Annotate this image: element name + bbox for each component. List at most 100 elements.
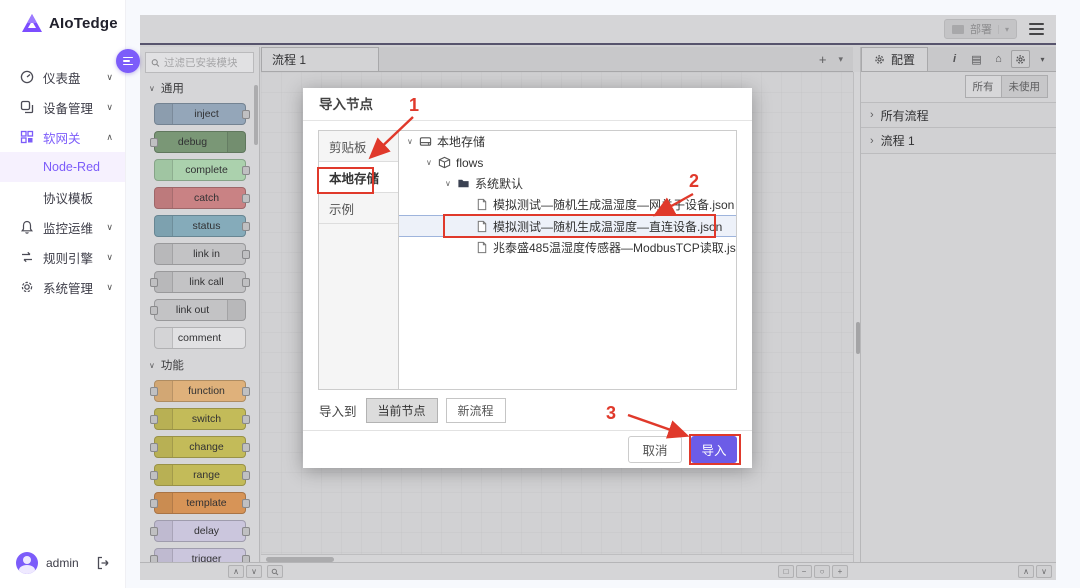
filter-unused-button[interactable]: 未使用 [1001,75,1049,98]
caret-down-icon[interactable]: ▾ [998,25,1009,34]
sidebar-item-dashboard[interactable]: 仪表盘 ∨ [0,62,125,92]
rules-icon [20,250,34,264]
nodered-footer: ∧ ∨ □ − ○ + ∧ ∨ [140,562,1056,580]
input-port [150,306,158,315]
avatar[interactable] [16,552,38,574]
import-button[interactable]: 导入 [691,436,737,463]
scrollbar-thumb[interactable] [856,322,860,354]
target-current-flow-button[interactable]: 当前节点 [366,398,438,423]
target-new-flow-button[interactable]: 新流程 [446,398,506,423]
scrollbar-thumb[interactable] [266,557,334,562]
palette-search-input[interactable] [164,57,248,69]
sidebar-tab-icons: i ▤ ⌂ ▾ [945,47,1056,71]
tree-item-flows[interactable]: ∨ flows [399,152,736,173]
palette-node-link-call[interactable]: link call [154,271,246,293]
config-flow1-row[interactable]: › 流程 1 [861,128,1056,154]
output-port [242,278,250,287]
logout-icon[interactable] [96,556,110,570]
tab-actions: + ▾ [809,47,853,71]
sidebar-item-label: 协议模板 [43,188,93,207]
menu-icon[interactable] [1029,23,1044,35]
output-port [242,194,250,203]
tab-local-storage[interactable]: 本地存储 [319,162,398,193]
deploy-button[interactable]: 部署 ▾ [944,19,1017,39]
chevron-down-icon: ∨ [106,282,113,293]
collapse-down-icon[interactable]: ∨ [246,565,262,578]
output-port [242,222,250,231]
tree-item-file-direct-device[interactable]: 模拟测试—随机生成温湿度—直连设备.json [399,215,736,237]
collapse-down-icon[interactable]: ∨ [1036,565,1052,578]
palette-node-switch[interactable]: switch [154,408,246,430]
add-flow-button[interactable]: + [819,52,827,67]
palette-node-template[interactable]: template [154,492,246,514]
input-port [150,471,158,480]
sidebar-item-label: 监控运维 [43,218,93,237]
palette-node-status[interactable]: status [154,215,246,237]
chevron-down-icon[interactable]: ∨ [407,137,419,146]
output-port [242,499,250,508]
sidebar-item-node-red[interactable]: Node-Red [0,152,125,182]
zoom-reset-icon[interactable]: ○ [814,565,830,578]
chevron-down-icon[interactable]: ∨ [445,179,457,188]
dialog-title: 导入节点 [303,88,752,121]
sidebar-item-system[interactable]: 系统管理 ∨ [0,272,125,302]
sidebar-collapse-button[interactable] [116,49,140,73]
nodered-header: 部署 ▾ [140,15,1056,45]
tree-item-file-gateway-subdevice[interactable]: 模拟测试—随机生成温湿度—网关子设备.json [399,194,736,215]
chevron-down-icon[interactable]: ∨ [426,158,438,167]
palette-node-complete[interactable]: complete [154,159,246,181]
sidebar-item-monitoring[interactable]: 监控运维 ∨ [0,212,125,242]
cancel-button[interactable]: 取消 [628,436,682,463]
collapse-up-icon[interactable]: ∧ [1018,565,1034,578]
tree-item-file-modbus-sensor[interactable]: 兆泰盛485温湿度传感器—ModbusTCP读取.json [399,237,736,258]
input-port [150,527,158,536]
chevron-right-icon: › [870,109,874,121]
logo-text: AIoTedge [49,15,118,32]
palette-node-inject[interactable]: inject [154,103,246,125]
tab-config[interactable]: 配置 [861,47,928,71]
book-icon[interactable]: ▤ [967,50,986,68]
input-port [150,555,158,563]
palette-node-catch[interactable]: catch [154,187,246,209]
flow-tab[interactable]: 流程 1 [261,47,379,71]
palette-scrollbar[interactable] [254,85,258,145]
canvas-v-scrollbar[interactable] [853,72,860,562]
tab-clipboard[interactable]: 剪贴板 [319,131,398,162]
sidebar-item-label: 仪表盘 [43,68,81,87]
palette-node-delay[interactable]: delay [154,520,246,542]
palette-node-change[interactable]: change [154,436,246,458]
filter-all-button[interactable]: 所有 [965,75,1002,98]
workspace-search-button[interactable] [267,565,283,578]
canvas-h-scrollbar[interactable] [261,554,853,562]
tree-item-system-default[interactable]: ∨ 系统默认 [399,173,736,194]
sidebar-item-gateway[interactable]: 软网关 ∧ [0,122,125,152]
chevron-down-icon: ∨ [106,222,113,233]
collapse-up-icon[interactable]: ∧ [228,565,244,578]
tree-item-local-storage[interactable]: ∨ 本地存储 [399,131,736,152]
palette-search[interactable] [145,52,254,73]
palette-category-common[interactable]: ∨ 通用 [140,78,259,98]
flow-list-caret-icon[interactable]: ▾ [838,54,843,65]
tab-examples[interactable]: 示例 [319,193,398,224]
palette-category-function[interactable]: ∨ 功能 [140,355,259,375]
sidebar-tabbar: 配置 i ▤ ⌂ ▾ [861,47,1056,72]
input-port [150,499,158,508]
sidebar-item-devices[interactable]: 设备管理 ∨ [0,92,125,122]
config-all-flows-row[interactable]: › 所有流程 [861,102,1056,128]
zoom-fit-icon[interactable]: □ [778,565,794,578]
palette-node-comment[interactable]: comment [154,327,246,349]
home-icon[interactable]: ⌂ [989,50,1008,68]
config-gear-icon[interactable] [1011,50,1030,68]
palette-node-trigger[interactable]: trigger [154,548,246,562]
palette-node-range[interactable]: range [154,464,246,486]
sidebar-item-protocol-template[interactable]: 协议模板 [0,182,125,212]
caret-down-icon[interactable]: ▾ [1033,50,1052,68]
zoom-in-icon[interactable]: + [832,565,848,578]
sidebar-item-rules[interactable]: 规则引擎 ∨ [0,242,125,272]
zoom-out-icon[interactable]: − [796,565,812,578]
info-icon[interactable]: i [945,50,964,68]
palette-node-link-in[interactable]: link in [154,243,246,265]
palette-node-debug[interactable]: debug [154,131,246,153]
palette-node-link-out[interactable]: link out [154,299,246,321]
palette-node-function[interactable]: function [154,380,246,402]
